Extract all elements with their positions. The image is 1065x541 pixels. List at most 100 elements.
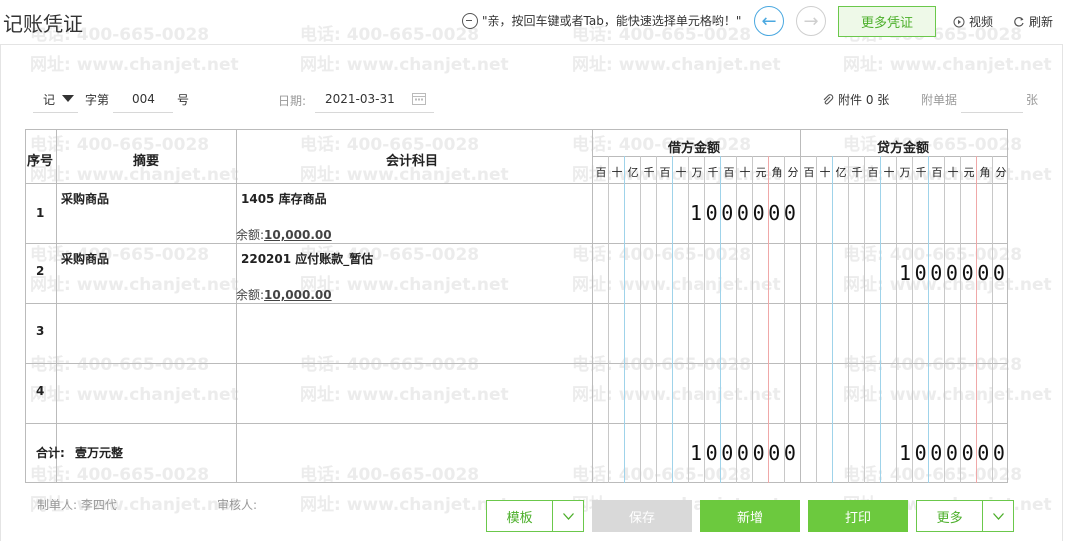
- balance-value: 10,000.00: [264, 288, 332, 302]
- hao-label: 号: [177, 93, 190, 107]
- col-header-account: 会计科目: [386, 154, 439, 169]
- template-dropdown[interactable]: [552, 501, 583, 531]
- row-2-seq: 2: [36, 264, 45, 278]
- video-link[interactable]: 视频: [953, 13, 993, 30]
- voucher-number-value: 004: [132, 92, 155, 106]
- watermark-phone: 电话: 400-665-0028: [300, 25, 480, 45]
- chevron-down-icon: [62, 95, 74, 102]
- debit-digit-unit: 十: [675, 166, 687, 179]
- template-button[interactable]: 模板: [486, 500, 584, 532]
- credit-digit-unit: 万: [899, 166, 911, 179]
- paperclip-icon: [823, 93, 834, 104]
- refresh-link[interactable]: 刷新: [1013, 13, 1053, 30]
- reviewer-label: 审核人:: [217, 498, 258, 512]
- row-1-balance: 余额:10,000.00: [236, 226, 332, 243]
- debit-digit-unit: 分: [787, 166, 799, 179]
- debit-digit-unit: 亿: [627, 166, 639, 179]
- next-voucher-button[interactable]: →: [796, 6, 826, 36]
- voucher-word-select[interactable]: 记: [33, 86, 78, 113]
- doc-label: 附单据: [921, 93, 958, 107]
- total-words: 壹万元整: [75, 446, 124, 460]
- debit-digit-unit: 百: [595, 166, 607, 179]
- credit-digit-unit: 十: [883, 166, 895, 179]
- total-row: 合计: 壹万元整: [36, 444, 123, 461]
- debit-digit-unit: 十: [611, 166, 623, 179]
- credit-digit-unit: 角: [979, 166, 991, 179]
- debit-digit-unit: 百: [659, 166, 671, 179]
- keyboard-hint: "亲，按回车键或者Tab，能快速选择单元格哟！": [462, 12, 741, 29]
- date-input[interactable]: 2021-03-31: [315, 86, 434, 113]
- balance-label: 余额:: [236, 228, 265, 242]
- debit-digit-unit: 角: [771, 166, 783, 179]
- chevron-down-icon: [562, 512, 574, 520]
- template-label: 模板: [506, 510, 533, 526]
- zi-label: 字第: [85, 93, 110, 107]
- new-button[interactable]: 新增: [700, 500, 800, 532]
- maker-name: 李四代: [80, 498, 117, 512]
- video-label: 视频: [969, 15, 994, 29]
- row-1-account[interactable]: 1405 库存商品: [241, 190, 327, 207]
- row-1-seq: 1: [36, 206, 45, 220]
- keyboard-icon: [462, 12, 478, 29]
- credit-digit-unit: 分: [995, 166, 1007, 179]
- voucher-word-value: 记: [43, 93, 56, 107]
- refresh-label: 刷新: [1029, 15, 1054, 29]
- voucher-table: 序号 摘要 会计科目 借方金额 贷方金额 百十亿千百十万千百十元角分百十亿千百十…: [25, 129, 1008, 483]
- credit-digit-unit: 元: [963, 166, 975, 179]
- credit-digit-unit: 百: [803, 166, 815, 179]
- credit-digit-unit: 千: [915, 166, 927, 179]
- debit-digit-unit: 十: [739, 166, 751, 179]
- total-credit: 1000000: [899, 441, 1009, 465]
- total-label: 合计:: [36, 446, 65, 460]
- more-button[interactable]: 更多: [916, 500, 1014, 532]
- doc-unit: 张: [1026, 93, 1039, 107]
- col-header-summary: 摘要: [133, 154, 160, 169]
- prev-voucher-button[interactable]: ←: [754, 6, 784, 36]
- more-label: 更多: [936, 510, 963, 526]
- row-2-credit[interactable]: 1000000: [899, 261, 1009, 285]
- table-gridlines: [25, 129, 1008, 483]
- maker-info: 制单人: 李四代: [37, 496, 117, 513]
- credit-digit-unit: 千: [851, 166, 863, 179]
- credit-digit-unit: 百: [867, 166, 879, 179]
- maker-label: 制单人:: [37, 498, 78, 512]
- attachment-label: 附件 0 张: [838, 93, 890, 107]
- page-title: 记账凭证: [3, 12, 83, 36]
- debit-digit-unit: 万: [691, 166, 703, 179]
- date-label: 日期:: [278, 94, 307, 108]
- arrow-left-icon: ←: [761, 10, 777, 32]
- more-vouchers-button[interactable]: 更多凭证: [838, 6, 936, 37]
- balance-value: 10,000.00: [264, 228, 332, 242]
- credit-digit-unit: 亿: [835, 166, 847, 179]
- debit-digit-unit: 千: [643, 166, 655, 179]
- arrow-right-icon: →: [803, 10, 819, 32]
- row-1-summary[interactable]: 采购商品: [61, 190, 109, 207]
- balance-label: 余额:: [236, 288, 265, 302]
- col-header-debit: 借方金额: [668, 141, 721, 156]
- row-2-summary[interactable]: 采购商品: [61, 250, 109, 267]
- doc-count-input[interactable]: [961, 86, 1023, 113]
- credit-digit-unit: 百: [931, 166, 943, 179]
- save-button[interactable]: 保存: [592, 500, 692, 532]
- play-icon: [953, 16, 965, 27]
- credit-digit-unit: 十: [947, 166, 959, 179]
- attachment-link[interactable]: 附件 0 张: [822, 91, 889, 108]
- debit-digit-unit: 千: [707, 166, 719, 179]
- credit-digit-unit: 十: [819, 166, 831, 179]
- debit-digit-unit: 百: [723, 166, 735, 179]
- row-2-balance: 余额:10,000.00: [236, 286, 332, 303]
- col-header-credit: 贷方金额: [877, 141, 930, 156]
- debit-digit-unit: 元: [755, 166, 767, 179]
- refresh-icon: [1014, 16, 1024, 27]
- row-1-debit[interactable]: 1000000: [690, 201, 800, 225]
- total-debit: 1000000: [690, 441, 800, 465]
- col-header-seq: 序号: [27, 154, 54, 169]
- hint-text: "亲，按回车键或者Tab，能快速选择单元格哟！": [482, 14, 742, 28]
- row-2-account[interactable]: 220201 应付账款_暂估: [241, 250, 373, 267]
- print-button[interactable]: 打印: [808, 500, 908, 532]
- more-dropdown[interactable]: [982, 501, 1013, 531]
- row-3-seq: 3: [36, 324, 45, 338]
- voucher-number-input[interactable]: 004: [113, 86, 173, 113]
- row-4-seq: 4: [36, 384, 45, 398]
- chevron-down-icon: [992, 512, 1004, 520]
